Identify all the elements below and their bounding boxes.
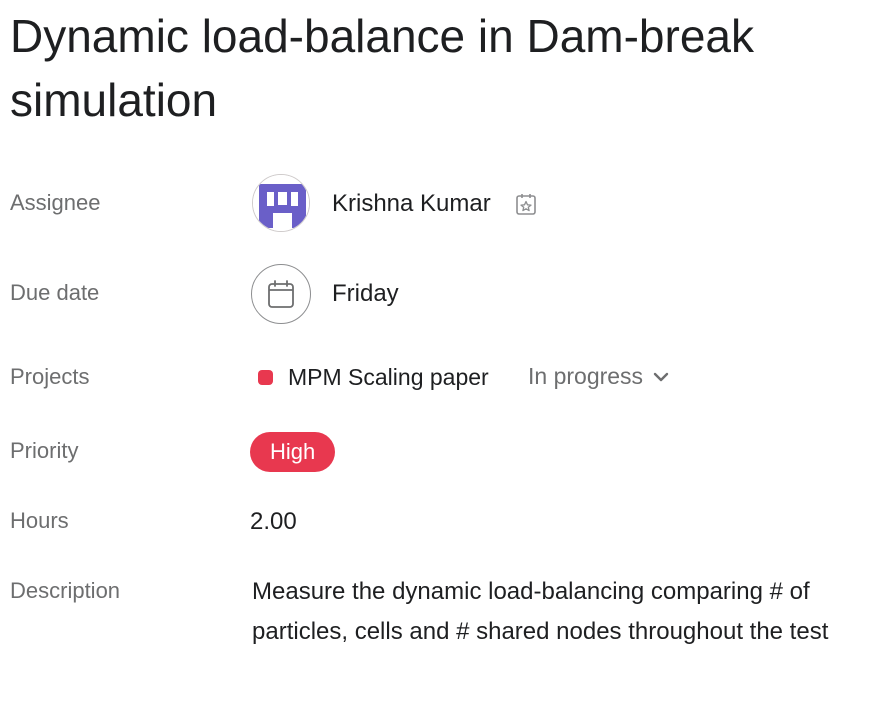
assignee-label: Assignee [10,190,101,215]
star-calendar-icon[interactable] [515,192,537,221]
priority-badge[interactable]: High [250,432,336,472]
hours-label: Hours [10,508,69,533]
assignee-name[interactable]: Krishna Kumar [332,190,491,218]
avatar[interactable] [252,174,310,232]
hours-value[interactable]: 2.00 [250,508,297,536]
project-status-label: In progress [528,363,644,389]
due-date-button[interactable] [251,264,311,324]
projects-label: Projects [10,364,90,389]
project-status-dropdown[interactable]: In progress [528,363,669,390]
project-color-dot [258,370,273,385]
due-date-value[interactable]: Friday [332,280,399,308]
due-date-label: Due date [10,280,100,305]
priority-label: Priority [10,438,79,463]
chevron-down-icon [653,372,669,381]
project-name[interactable]: MPM Scaling paper [288,364,489,391]
description-label: Description [10,578,121,603]
avatar-image [253,175,309,231]
task-title[interactable]: Dynamic load-balance in Dam-break simula… [10,4,870,132]
calendar-icon [268,280,294,308]
description-text[interactable]: Measure the dynamic load-balancing compa… [252,572,872,652]
